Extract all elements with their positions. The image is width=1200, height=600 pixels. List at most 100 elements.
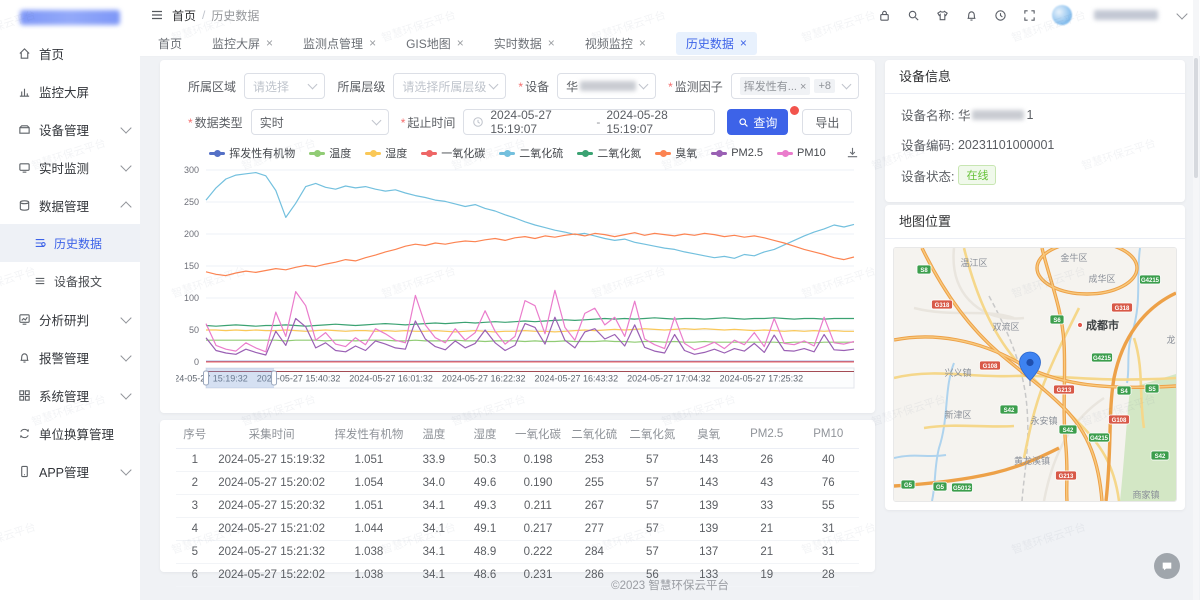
top-bar: 首页 / 历史数据 <box>140 0 1200 30</box>
user-avatar[interactable] <box>1052 5 1072 25</box>
app-logo-blurred <box>20 10 120 25</box>
chevron-down-icon <box>120 160 131 171</box>
svg-text:成华区: 成华区 <box>1088 273 1115 284</box>
close-icon[interactable]: × <box>457 36 464 50</box>
region-select[interactable]: 请选择 <box>244 73 325 99</box>
close-icon[interactable]: × <box>548 36 555 50</box>
svg-text:永安镇: 永安镇 <box>1030 415 1057 426</box>
page-scrollbar[interactable] <box>1193 0 1199 600</box>
column-header: 湿度 <box>459 420 510 449</box>
sidebar-item-monitor-screen[interactable]: 监控大屏 <box>0 72 140 110</box>
datazoom-handle[interactable] <box>272 371 277 385</box>
theme-shirt-icon[interactable] <box>936 9 949 22</box>
datetime-range-picker[interactable]: 2024-05-27 15:19:07 - 2024-05-28 15:19:0… <box>463 109 715 135</box>
convert-icon <box>18 427 31 440</box>
level-label: 所属层级 <box>337 78 385 95</box>
sidebar-item-alarm-mgmt[interactable]: 报警管理 <box>0 338 140 376</box>
level-select[interactable]: 请选择所属层级 <box>393 73 506 99</box>
legend-item-PM10[interactable]: PM10 <box>777 147 826 159</box>
close-icon[interactable]: × <box>369 36 376 50</box>
fullscreen-icon[interactable] <box>1023 9 1036 22</box>
table-row: 32024-05-27 15:20:321.05134.149.30.21126… <box>176 495 859 518</box>
query-button[interactable]: 查询 <box>727 109 788 135</box>
road-badge-label: G108 <box>983 364 998 370</box>
device-select[interactable]: 华 <box>557 73 656 99</box>
svg-text:兴义镇: 兴义镇 <box>944 367 971 378</box>
tab-video-monitor[interactable]: 视频监控× <box>585 35 646 52</box>
road-badge-label: G4215 <box>1141 278 1160 284</box>
history-data-icon <box>34 237 46 249</box>
datazoom-handle[interactable] <box>204 371 209 385</box>
smartphone-icon <box>18 465 31 478</box>
close-icon[interactable]: × <box>266 36 273 50</box>
chevron-down-icon[interactable] <box>1176 8 1187 19</box>
column-header: 序号 <box>176 420 214 449</box>
tab-gis-map[interactable]: GIS地图× <box>406 35 464 52</box>
history-data-table: 序号采集时间挥发性有机物温度湿度一氧化碳二氧化硫二氧化氮臭氧PM2.5PM10 … <box>176 420 859 587</box>
export-button[interactable]: 导出 <box>802 109 852 135</box>
hamburger-menu-icon[interactable] <box>150 8 164 22</box>
column-header: 温度 <box>408 420 459 449</box>
legend-item-PM2.5[interactable]: PM2.5 <box>711 147 763 159</box>
sidebar-item-realtime-monitor[interactable]: 实时监测 <box>0 148 140 186</box>
map-canvas[interactable]: S8G318G4215G318S6G4215G108G213S4S5S42G10… <box>893 247 1177 502</box>
chat-fab-button[interactable] <box>1154 553 1180 579</box>
device-value-blurred <box>580 81 636 91</box>
datatype-select[interactable]: 实时 <box>251 109 389 135</box>
close-icon[interactable]: × <box>639 36 646 50</box>
tab-monitor-screen[interactable]: 监控大屏× <box>212 35 273 52</box>
svg-text:温江区: 温江区 <box>960 258 987 268</box>
scrollbar-thumb[interactable] <box>1194 58 1198 178</box>
series-line-二氧化硫 <box>206 173 854 259</box>
legend-item-温度[interactable]: 温度 <box>309 145 351 161</box>
history-line-chart[interactable]: 0501001502002503002024-05-27 15:19:32202… <box>176 162 859 396</box>
legend-item-一氧化碳[interactable]: 一氧化碳 <box>421 145 485 161</box>
factor-more-tag[interactable]: +8 <box>814 79 835 93</box>
search-icon[interactable] <box>907 9 920 22</box>
svg-text:商家镇: 商家镇 <box>1132 489 1159 500</box>
legend-item-二氧化氮[interactable]: 二氧化氮 <box>577 145 641 161</box>
legend-item-挥发性有机物[interactable]: 挥发性有机物 <box>209 145 295 161</box>
legend-item-湿度[interactable]: 湿度 <box>365 145 407 161</box>
clock-icon[interactable] <box>994 9 1007 22</box>
monitor-icon <box>18 161 31 174</box>
sidebar-item-app-mgmt[interactable]: APP管理 <box>0 452 140 490</box>
download-icon[interactable] <box>846 146 859 162</box>
device-name-row: 设备名称: 华1 <box>901 105 1169 124</box>
svg-text:150: 150 <box>184 261 199 271</box>
series-line-温度 <box>206 340 854 343</box>
status-badge: 在线 <box>958 165 996 185</box>
sidebar-item-device-mgmt[interactable]: 设备管理 <box>0 110 140 148</box>
legend-item-二氧化硫[interactable]: 二氧化硫 <box>499 145 563 161</box>
lock-icon[interactable] <box>878 9 891 22</box>
breadcrumb-home[interactable]: 首页 <box>172 7 196 24</box>
column-header: PM10 <box>797 420 859 449</box>
sidebar-item-device-message[interactable]: 设备报文 <box>0 262 140 300</box>
sidebar-item-history-data[interactable]: 历史数据 <box>0 224 140 262</box>
tab-realtime-data[interactable]: 实时数据× <box>494 35 555 52</box>
breadcrumb-current: 历史数据 <box>211 7 259 24</box>
road-badge-label: G108 <box>1112 418 1127 424</box>
factor-multiselect[interactable]: 挥发性有... × +8 <box>731 73 859 99</box>
tab-home[interactable]: 首页 <box>158 35 182 52</box>
road-badge-label: G4215 <box>1090 436 1109 442</box>
sidebar-item-unit-conversion[interactable]: 单位换算管理 <box>0 414 140 452</box>
svg-text:300: 300 <box>184 165 199 175</box>
factor-tag[interactable]: 挥发性有... × <box>740 77 811 95</box>
bell-icon <box>18 351 31 364</box>
tab-station-mgmt[interactable]: 监测点管理× <box>303 35 376 52</box>
sidebar-item-data-mgmt[interactable]: 数据管理 <box>0 186 140 224</box>
sidebar-item-system-mgmt[interactable]: 系统管理 <box>0 376 140 414</box>
bell-icon[interactable] <box>965 9 978 22</box>
sidebar-item-analysis[interactable]: 分析研判 <box>0 300 140 338</box>
road-badge-label: S42 <box>1155 454 1166 460</box>
datazoom-window[interactable] <box>206 368 274 388</box>
sidebar-item-home[interactable]: 首页 <box>0 34 140 72</box>
tab-history-data[interactable]: 历史数据× <box>676 32 757 55</box>
close-icon[interactable]: × <box>740 36 747 50</box>
table-row: 12024-05-27 15:19:321.05133.950.30.19825… <box>176 449 859 472</box>
home-icon <box>18 47 31 60</box>
svg-text:龙: 龙 <box>1166 334 1175 345</box>
legend-item-臭氧[interactable]: 臭氧 <box>655 145 697 161</box>
range-separator: - <box>596 115 600 129</box>
